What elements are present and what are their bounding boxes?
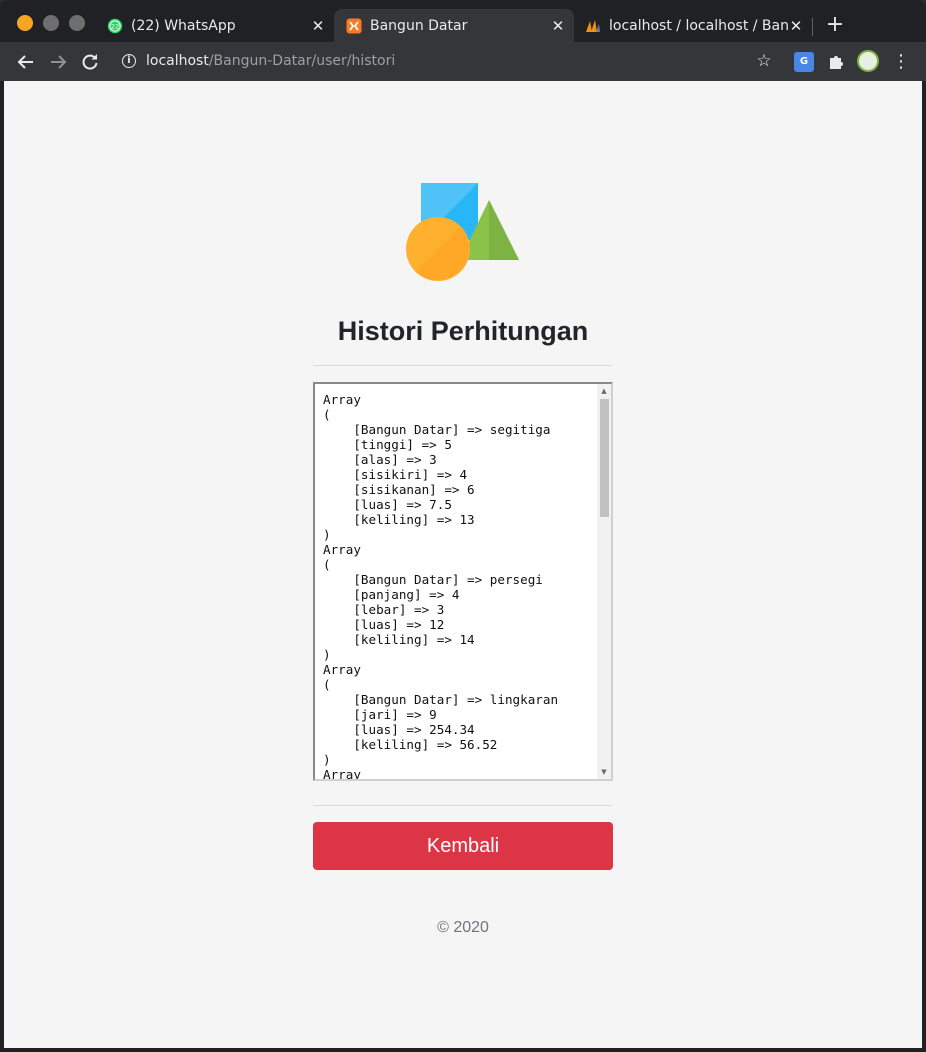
shapes-logo (406, 183, 519, 281)
star-icon[interactable]: ☆ (754, 51, 774, 71)
tab-phpmyadmin[interactable]: localhost / localhost / Bangun ✕ (574, 9, 812, 42)
address-bar[interactable]: i localhost/Bangun-Datar/user/histori ☆ (112, 46, 790, 77)
tab-title: localhost / localhost / Bangun (609, 17, 788, 34)
reload-icon[interactable] (78, 50, 102, 74)
translate-extension-icon[interactable]: G (794, 52, 814, 72)
forward-arrow-icon[interactable] (46, 50, 70, 74)
tab-bangun-datar[interactable]: Bangun Datar ✕ (334, 9, 574, 42)
whatsapp-badge: 22 (111, 22, 119, 30)
close-icon[interactable]: ✕ (310, 18, 326, 34)
back-arrow-icon[interactable] (14, 50, 38, 74)
phpmyadmin-icon (586, 19, 600, 32)
extensions-puzzle-icon[interactable] (826, 52, 846, 72)
info-icon[interactable]: i (122, 54, 136, 68)
browser-toolbar: i localhost/Bangun-Datar/user/histori ☆ … (0, 42, 926, 81)
divider (313, 805, 613, 806)
url-text[interactable]: localhost/Bangun-Datar/user/histori (146, 53, 395, 69)
new-tab-button[interactable]: + (824, 14, 846, 36)
scroll-thumb[interactable] (600, 399, 609, 517)
url-path: /Bangun-Datar/user/histori (208, 53, 396, 69)
page-title: Histori Perhitungan (337, 316, 589, 346)
back-button[interactable]: Kembali (313, 822, 613, 870)
footer-copyright: © 2020 (437, 919, 489, 936)
kebab-menu-icon[interactable]: ⋮ (891, 52, 911, 72)
tab-strip: 22 (22) WhatsApp ✕ Bangun Datar ✕ localh… (0, 0, 926, 42)
close-icon[interactable]: ✕ (788, 18, 804, 34)
url-host: localhost (146, 53, 209, 69)
scrollbar[interactable]: ▲ ▼ (597, 384, 611, 779)
xampp-icon (346, 18, 362, 33)
tab-title: (22) WhatsApp (131, 17, 236, 34)
window-close-button[interactable] (17, 15, 33, 31)
scroll-up-arrow-icon[interactable]: ▲ (597, 384, 611, 398)
tab-separator (812, 18, 813, 36)
tab-title: Bangun Datar (370, 17, 468, 34)
page-viewport: Histori Perhitungan Array ( [Bangun Data… (4, 81, 922, 1048)
scroll-down-arrow-icon[interactable]: ▼ (597, 765, 611, 779)
history-textarea[interactable]: Array ( [Bangun Datar] => segitiga [ting… (313, 382, 613, 781)
divider (313, 365, 613, 366)
whatsapp-icon: 22 (107, 18, 123, 33)
window-minimize-button[interactable] (43, 15, 59, 31)
history-content: Array ( [Bangun Datar] => segitiga [ting… (323, 392, 559, 781)
window-maximize-button[interactable] (69, 15, 85, 31)
browser-window: 22 (22) WhatsApp ✕ Bangun Datar ✕ localh… (0, 0, 926, 1052)
profile-avatar[interactable] (857, 50, 879, 72)
tab-whatsapp[interactable]: 22 (22) WhatsApp ✕ (96, 9, 334, 42)
close-icon[interactable]: ✕ (550, 18, 566, 34)
